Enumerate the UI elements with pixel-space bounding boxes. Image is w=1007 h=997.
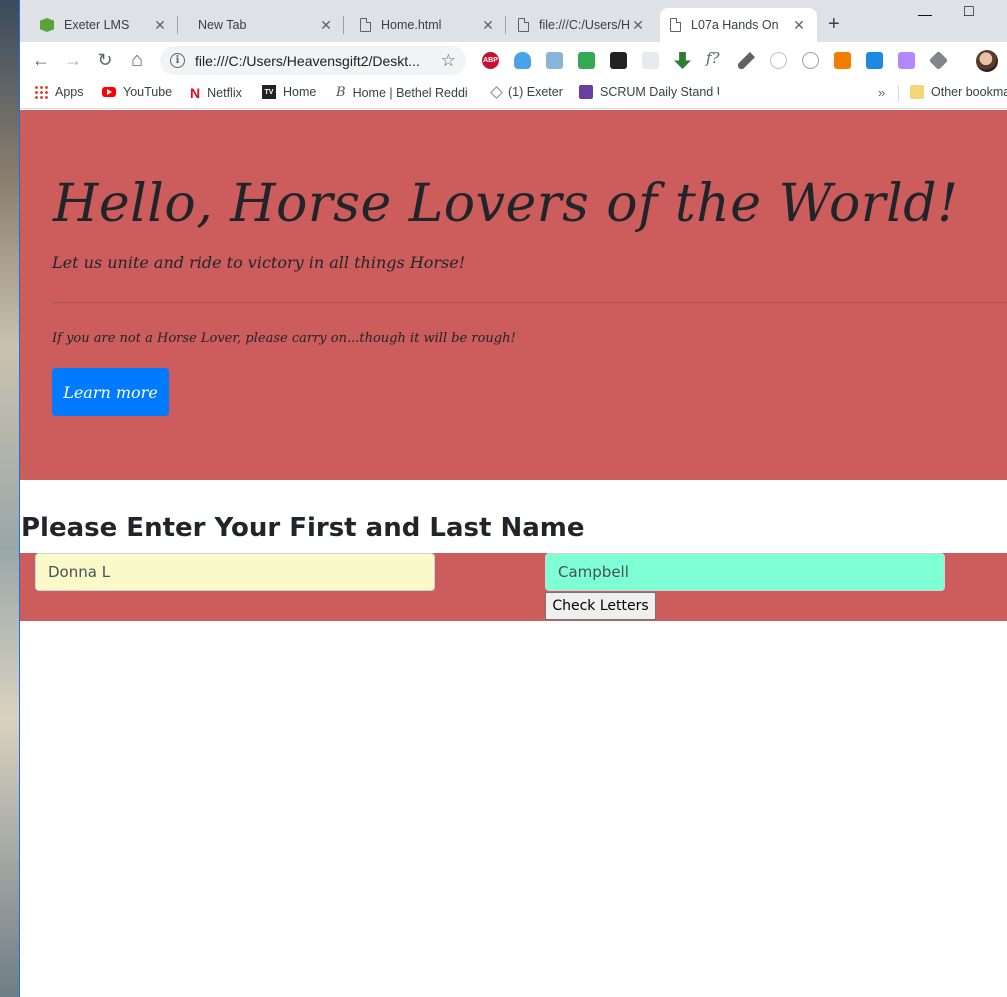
info-icon[interactable]: i: [170, 53, 185, 68]
file-icon: [670, 18, 681, 32]
close-icon[interactable]: ✕: [630, 17, 646, 34]
note-text: If you are not a Horse Lover, please car…: [52, 331, 516, 346]
jumbotron: Hello, Horse Lovers of the World! Let us…: [20, 110, 1007, 480]
first-name-input[interactable]: Donna L: [35, 553, 435, 591]
bookmark-label: SCRUM Daily Stand U: [600, 85, 719, 99]
grammar-extension-icon[interactable]: [610, 52, 627, 69]
minimize-button[interactable]: —: [918, 6, 932, 22]
tab-l07a-hands-on[interactable]: L07a Hands On ✕: [660, 8, 817, 42]
tab-new-tab[interactable]: New Tab ✕: [188, 8, 344, 42]
tab-label: Exeter LMS: [64, 18, 130, 32]
new-tab-button[interactable]: +: [828, 14, 840, 34]
desktop-background: [0, 0, 20, 997]
device-extension-icon[interactable]: [546, 52, 563, 69]
page-content: Hello, Horse Lovers of the World! Let us…: [20, 110, 1007, 997]
forward-button[interactable]: →: [62, 50, 84, 70]
scrum-icon: [579, 85, 593, 99]
target-extension-icon[interactable]: [770, 52, 787, 69]
exeter-lms-icon: [40, 18, 54, 32]
profile-avatar[interactable]: [976, 50, 998, 72]
tab-label: New Tab: [198, 18, 247, 32]
bookmark-netflix[interactable]: N Netflix: [190, 85, 242, 101]
close-icon[interactable]: ✕: [318, 17, 334, 34]
file-icon: [518, 18, 529, 32]
tab-label: Home.html: [381, 18, 442, 32]
apps-grid-icon: [34, 85, 48, 99]
learn-more-button[interactable]: Learn more: [52, 368, 169, 416]
file-icon: [360, 18, 371, 32]
color-extension-icon[interactable]: [578, 52, 595, 69]
css-extension-icon[interactable]: [866, 52, 883, 69]
bookmark-label: (1) Exeter: [508, 85, 563, 99]
maximize-button[interactable]: □: [964, 3, 974, 21]
cloud-extension-icon[interactable]: [514, 52, 531, 69]
other-bookmarks-label: Other bookmarks: [931, 85, 1007, 99]
bookmark-bethel[interactable]: B Home | Bethel Reddi: [336, 85, 470, 100]
tab-label: file:///C:/Users/He: [539, 18, 630, 32]
bookmark-apps[interactable]: Apps: [34, 85, 84, 99]
tab-separator: [505, 16, 506, 34]
check-letters-button[interactable]: Check Letters: [545, 592, 656, 620]
close-icon[interactable]: ✕: [480, 17, 496, 34]
bethel-icon: B: [336, 85, 346, 100]
close-icon[interactable]: ✕: [152, 17, 168, 34]
bookmark-star-icon[interactable]: ☆: [441, 51, 456, 71]
tab-label: L07a Hands On: [691, 18, 779, 32]
bookmark-exeter[interactable]: (1) Exeter: [490, 85, 563, 99]
bookmark-home[interactable]: TV Home: [262, 85, 316, 99]
tab-separator: [177, 16, 178, 34]
name-form-heading: Please Enter Your First and Last Name: [21, 513, 585, 543]
bookmark-label: Home | Bethel Reddi: [352, 85, 468, 100]
download-extension-icon[interactable]: [674, 52, 691, 69]
name-form: Donna L Campbell Check Letters: [20, 553, 1007, 621]
back-button[interactable]: ←: [30, 50, 52, 70]
divider: [52, 302, 1007, 303]
tab-separator: [343, 16, 344, 34]
url-text[interactable]: file:///C:/Users/Heavensgift2/Deskt...: [195, 53, 441, 69]
reload-button[interactable]: ↻: [94, 50, 116, 70]
more-bookmarks-chevron-icon[interactable]: »: [878, 85, 885, 100]
code-extension-icon[interactable]: [802, 52, 819, 69]
whatfont-icon[interactable]: f?: [706, 49, 723, 67]
bookmark-label: Apps: [55, 85, 84, 99]
exeter-icon: [490, 85, 503, 99]
lead-text: Let us unite and ride to victory in all …: [52, 253, 466, 272]
tab-strip: Exeter LMS ✕ New Tab ✕ Home.html ✕ file:…: [20, 0, 1007, 42]
tab-home-html[interactable]: Home.html ✕: [350, 8, 506, 42]
browser-toolbar: ← → ↻ ⌂ i file:///C:/Users/Heavensgift2/…: [20, 42, 1007, 79]
layers-extension-icon[interactable]: [928, 50, 949, 71]
tab-file-path[interactable]: file:///C:/Users/He ✕: [508, 8, 656, 42]
browser-window: Exeter LMS ✕ New Tab ✕ Home.html ✕ file:…: [20, 0, 1007, 997]
last-name-input[interactable]: Campbell: [545, 553, 945, 591]
orange-extension-icon[interactable]: [834, 52, 851, 69]
address-bar[interactable]: i file:///C:/Users/Heavensgift2/Deskt...…: [160, 46, 466, 75]
youtube-icon: [102, 87, 116, 97]
bookmark-youtube[interactable]: YouTube: [102, 85, 172, 99]
adblock-plus-icon[interactable]: ABP: [482, 52, 499, 69]
folder-icon: [910, 85, 924, 99]
tv-icon: TV: [262, 85, 276, 99]
bookmark-label: Netflix: [207, 86, 242, 100]
bookmarks-separator: [898, 86, 899, 102]
netflix-icon: N: [190, 85, 201, 101]
close-icon[interactable]: ✕: [791, 17, 807, 34]
glasses-extension-icon[interactable]: [642, 52, 659, 69]
bookmark-label: Home: [283, 85, 317, 99]
bookmarks-bar: Apps YouTube N Netflix TV Home B Home | …: [20, 79, 1007, 109]
bookmark-label: YouTube: [123, 85, 173, 99]
eyedropper-icon[interactable]: [738, 52, 755, 69]
other-bookmarks[interactable]: Other bookmarks: [910, 85, 1007, 99]
home-button[interactable]: ⌂: [126, 50, 148, 70]
tab-exeter-lms[interactable]: Exeter LMS ✕: [30, 8, 178, 42]
purple-extension-icon[interactable]: [898, 52, 915, 69]
page-title: Hello, Horse Lovers of the World!: [53, 174, 959, 234]
bookmark-scrum[interactable]: SCRUM Daily Stand U: [579, 85, 719, 99]
